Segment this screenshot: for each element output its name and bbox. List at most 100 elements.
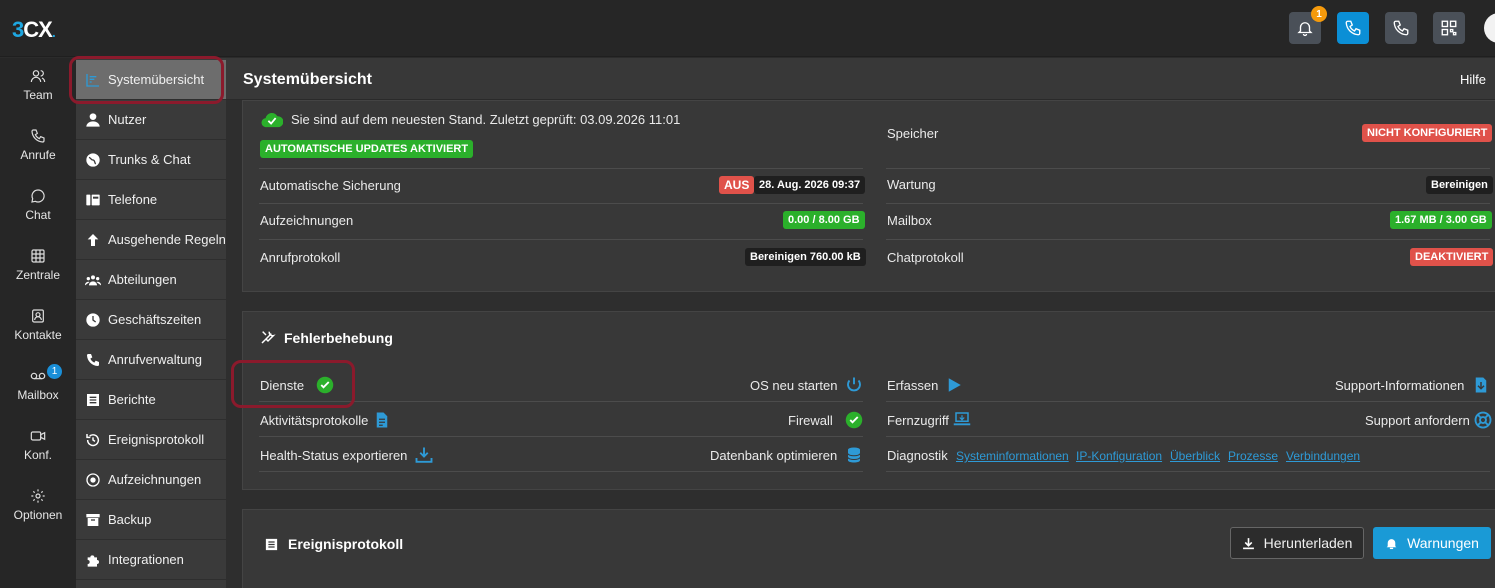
warnings-button[interactable]: Warnungen	[1373, 527, 1491, 559]
diag-link-connections[interactable]: Verbindungen	[1286, 449, 1360, 463]
troubleshooting-card: Fehlerbehebung Dienste OS neu starten Ak…	[242, 311, 1495, 490]
nav-item-departments[interactable]: Abteilungen	[76, 260, 226, 300]
page-title: Systemübersicht	[243, 71, 372, 88]
user-avatar[interactable]	[1484, 13, 1495, 43]
check-circle-icon	[845, 411, 863, 429]
nav-item-users[interactable]: Nutzer	[76, 100, 226, 140]
rail-item-contacts[interactable]: Kontakte	[0, 300, 76, 356]
recordings-usage-badge: 0.00 / 8.00 GB	[783, 211, 865, 229]
nav-item-office-hours[interactable]: Geschäftszeiten	[76, 300, 226, 340]
power-icon[interactable]	[845, 376, 863, 394]
event-log-card: Ereignisprotokoll Herunterladen Warnunge…	[242, 509, 1495, 588]
archive-icon	[84, 511, 102, 529]
nav-item-integrations[interactable]: Integrationen	[76, 540, 226, 580]
document-icon[interactable]	[373, 411, 391, 429]
status-card: Sie sind auf dem neuesten Stand. Zuletzt…	[242, 100, 1495, 292]
remote-access-link[interactable]: Fernzugriff	[887, 413, 949, 428]
arrow-up-icon	[84, 231, 102, 249]
auto-updates-badge: AUTOMATISCHE UPDATES AKTIVIERT	[260, 140, 474, 158]
dialer-button[interactable]	[1385, 12, 1417, 44]
chat-log-label: Chatprotokoll	[887, 250, 964, 265]
event-log-title: Ereignisprotokoll	[288, 536, 404, 552]
record-icon	[84, 471, 102, 489]
nav-item-reports[interactable]: Berichte	[76, 380, 226, 420]
voicemail-icon	[30, 372, 46, 380]
page-header: Systemübersicht Hilfe	[226, 58, 1495, 100]
qr-code-button[interactable]	[1433, 12, 1465, 44]
rail-item-options[interactable]: Optionen	[0, 480, 76, 536]
team-icon	[30, 70, 46, 83]
os-restart-button[interactable]: OS neu starten	[750, 378, 837, 393]
nav-item-trunks-chat[interactable]: Trunks & Chat	[76, 140, 226, 180]
gear-icon	[31, 489, 45, 503]
main-content: Systemübersicht Hilfe Sie sind auf dem n…	[226, 58, 1495, 588]
tools-icon	[261, 331, 276, 344]
history-icon	[84, 431, 102, 449]
backup-label: Automatische Sicherung	[260, 178, 401, 193]
health-export-link[interactable]: Health-Status exportieren	[260, 448, 407, 463]
file-download-icon[interactable]	[1472, 376, 1490, 394]
user-icon	[84, 111, 102, 129]
rail-item-chat[interactable]: Chat	[0, 180, 76, 236]
nav-item-recordings[interactable]: Aufzeichnungen	[76, 460, 226, 500]
diagnostics-label: Diagnostik	[887, 448, 948, 463]
maintenance-cleanup-badge[interactable]: Bereinigen	[1426, 176, 1493, 194]
video-icon	[30, 431, 46, 441]
help-link[interactable]: Hilfe	[1460, 72, 1486, 87]
nav-item-outbound-rules[interactable]: Ausgehende Regeln	[76, 220, 226, 260]
services-highlight-annotation	[231, 360, 355, 408]
diag-link-overview[interactable]: Überblick	[1170, 449, 1220, 463]
laptop-icon[interactable]	[953, 410, 971, 428]
lifebuoy-icon[interactable]	[1474, 411, 1492, 429]
desk-phone-icon	[84, 191, 102, 209]
mailbox-label: Mailbox	[887, 213, 932, 228]
notification-badge: 1	[1311, 6, 1327, 22]
top-bar: 3CX. 1	[0, 0, 1495, 57]
backup-date-badge: 28. Aug. 2026 09:37	[754, 176, 866, 194]
diag-link-ip-config[interactable]: IP-Konfiguration	[1076, 449, 1162, 463]
nav-item-phones[interactable]: Telefone	[76, 180, 226, 220]
nav-item-call-handling[interactable]: Anrufverwaltung	[76, 340, 226, 380]
chat-icon	[31, 189, 45, 203]
database-icon[interactable]	[845, 446, 863, 464]
nav-highlight-annotation	[69, 56, 224, 104]
storage-status-badge: NICHT KONFIGURIERT	[1362, 124, 1493, 142]
list-icon	[84, 391, 102, 409]
phone-outline-icon	[1393, 20, 1409, 36]
group-icon	[84, 271, 102, 289]
diag-link-processes[interactable]: Prozesse	[1228, 449, 1278, 463]
support-info-link[interactable]: Support-Informationen	[1335, 378, 1464, 393]
play-icon[interactable]	[945, 376, 963, 394]
rail-item-calls[interactable]: Anrufe	[0, 120, 76, 176]
firewall-link[interactable]: Firewall	[788, 413, 833, 428]
capture-link[interactable]: Erfassen	[887, 378, 938, 393]
activity-logs-link[interactable]: Aktivitätsprotokolle	[260, 413, 368, 428]
nav-item-backup[interactable]: Backup	[76, 500, 226, 540]
backup-state-badge: AUS	[719, 176, 755, 194]
download-tray-icon[interactable]	[415, 446, 433, 464]
storage-label: Speicher	[887, 126, 939, 141]
db-optimize-link[interactable]: Datenbank optimieren	[710, 448, 837, 463]
phone-status-button[interactable]	[1337, 12, 1369, 44]
call-log-cleanup-badge[interactable]: Bereinigen 760.00 kB	[745, 248, 866, 266]
nav-item-event-log[interactable]: Ereignisprotokoll	[76, 420, 226, 460]
rail-item-conference[interactable]: Konf.	[0, 420, 76, 476]
contacts-icon	[32, 309, 44, 323]
grid-icon	[31, 249, 45, 263]
clock-icon	[84, 311, 102, 329]
main-rail: Team Anrufe Chat Zentrale Kontakte 1 Mai…	[0, 58, 76, 588]
mailbox-badge: 1	[47, 364, 62, 379]
rail-item-mailbox[interactable]: 1 Mailbox	[0, 360, 76, 416]
rail-item-team[interactable]: Team	[0, 60, 76, 116]
phone-icon	[31, 129, 45, 143]
puzzle-icon	[84, 551, 102, 569]
app-logo[interactable]: 3CX.	[12, 17, 56, 43]
support-request-link[interactable]: Support anfordern	[1365, 413, 1470, 428]
admin-subnav: Systemübersicht Nutzer Trunks & Chat Tel…	[76, 58, 226, 588]
diag-link-system-info[interactable]: Systeminformationen	[956, 449, 1069, 463]
rail-item-switchboard[interactable]: Zentrale	[0, 240, 76, 296]
notifications-button[interactable]: 1	[1289, 6, 1327, 44]
cloud-check-icon	[261, 113, 283, 128]
phone-icon	[1345, 20, 1361, 36]
download-button[interactable]: Herunterladen	[1230, 527, 1364, 559]
